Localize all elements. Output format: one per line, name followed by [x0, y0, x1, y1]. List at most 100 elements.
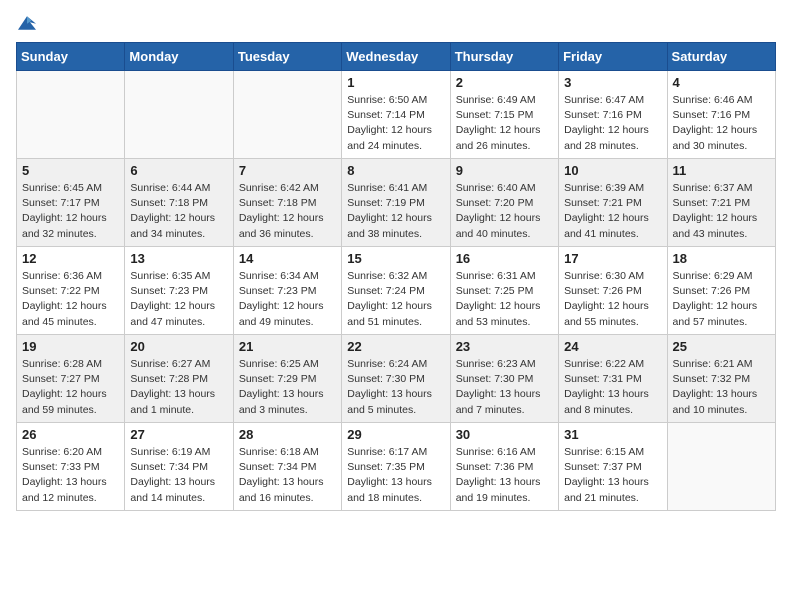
calendar-cell: 18Sunrise: 6:29 AM Sunset: 7:26 PM Dayli… — [667, 247, 775, 335]
calendar-cell: 6 Sunrise: 6:44 AM Sunset: 7:18 PM Daylig… — [125, 159, 233, 247]
day-number: 28 — [239, 427, 336, 442]
day-info: Sunrise: 6:41 AM Sunset: 7:19 PM Dayligh… — [347, 181, 444, 242]
calendar-cell: 21 Sunrise: 6:25 AM Sunset: 7:29 PM Dayli… — [233, 335, 341, 423]
calendar-cell: 11Sunrise: 6:37 AM Sunset: 7:21 PM Dayli… — [667, 159, 775, 247]
calendar-week-row: 12Sunrise: 6:36 AM Sunset: 7:22 PM Dayli… — [17, 247, 776, 335]
logo-bird-icon — [18, 16, 36, 30]
day-info: Sunrise: 6:34 AM Sunset: 7:23 PM Dayligh… — [239, 269, 336, 330]
calendar-cell — [17, 71, 125, 159]
day-number: 24 — [564, 339, 661, 354]
calendar-cell: 22 Sunrise: 6:24 AM Sunset: 7:30 PM Dayli… — [342, 335, 450, 423]
day-number: 23 — [456, 339, 553, 354]
day-info: Sunrise: 6:19 AM Sunset: 7:34 PM Dayligh… — [130, 445, 227, 506]
day-number: 22 — [347, 339, 444, 354]
calendar-cell — [667, 423, 775, 511]
day-number: 26 — [22, 427, 119, 442]
day-number: 14 — [239, 251, 336, 266]
day-number: 5 — [22, 163, 119, 178]
calendar-header-row: SundayMondayTuesdayWednesdayThursdayFrid… — [17, 43, 776, 71]
calendar-cell: 12Sunrise: 6:36 AM Sunset: 7:22 PM Dayli… — [17, 247, 125, 335]
calendar-cell — [125, 71, 233, 159]
day-info: Sunrise: 6:20 AM Sunset: 7:33 PM Dayligh… — [22, 445, 119, 506]
day-number: 1 — [347, 75, 444, 90]
day-header-wednesday: Wednesday — [342, 43, 450, 71]
day-number: 8 — [347, 163, 444, 178]
calendar-cell: 25Sunrise: 6:21 AM Sunset: 7:32 PM Dayli… — [667, 335, 775, 423]
day-number: 7 — [239, 163, 336, 178]
day-info: Sunrise: 6:32 AM Sunset: 7:24 PM Dayligh… — [347, 269, 444, 330]
day-info: Sunrise: 6:31 AM Sunset: 7:25 PM Dayligh… — [456, 269, 553, 330]
day-info: Sunrise: 6:50 AM Sunset: 7:14 PM Dayligh… — [347, 93, 444, 154]
calendar-cell: 29 Sunrise: 6:17 AM Sunset: 7:35 PM Dayli… — [342, 423, 450, 511]
day-info: Sunrise: 6:36 AM Sunset: 7:22 PM Dayligh… — [22, 269, 119, 330]
page-header — [16, 16, 776, 30]
day-info: Sunrise: 6:47 AM Sunset: 7:16 PM Dayligh… — [564, 93, 661, 154]
calendar-week-row: 1 Sunrise: 6:50 AM Sunset: 7:14 PM Daylig… — [17, 71, 776, 159]
calendar-cell — [233, 71, 341, 159]
day-info: Sunrise: 6:27 AM Sunset: 7:28 PM Dayligh… — [130, 357, 227, 418]
calendar-cell: 13Sunrise: 6:35 AM Sunset: 7:23 PM Dayli… — [125, 247, 233, 335]
calendar-cell: 7 Sunrise: 6:42 AM Sunset: 7:18 PM Daylig… — [233, 159, 341, 247]
day-header-thursday: Thursday — [450, 43, 558, 71]
calendar-week-row: 26 Sunrise: 6:20 AM Sunset: 7:33 PM Dayli… — [17, 423, 776, 511]
calendar-cell: 27 Sunrise: 6:19 AM Sunset: 7:34 PM Dayli… — [125, 423, 233, 511]
day-number: 6 — [130, 163, 227, 178]
day-info: Sunrise: 6:42 AM Sunset: 7:18 PM Dayligh… — [239, 181, 336, 242]
day-info: Sunrise: 6:17 AM Sunset: 7:35 PM Dayligh… — [347, 445, 444, 506]
calendar-cell: 26 Sunrise: 6:20 AM Sunset: 7:33 PM Dayli… — [17, 423, 125, 511]
day-number: 31 — [564, 427, 661, 442]
day-info: Sunrise: 6:18 AM Sunset: 7:34 PM Dayligh… — [239, 445, 336, 506]
day-info: Sunrise: 6:28 AM Sunset: 7:27 PM Dayligh… — [22, 357, 119, 418]
calendar-cell: 9 Sunrise: 6:40 AM Sunset: 7:20 PM Daylig… — [450, 159, 558, 247]
calendar-cell: 23 Sunrise: 6:23 AM Sunset: 7:30 PM Dayli… — [450, 335, 558, 423]
day-info: Sunrise: 6:49 AM Sunset: 7:15 PM Dayligh… — [456, 93, 553, 154]
day-number: 10 — [564, 163, 661, 178]
day-number: 15 — [347, 251, 444, 266]
calendar-cell: 16 Sunrise: 6:31 AM Sunset: 7:25 PM Dayli… — [450, 247, 558, 335]
day-header-friday: Friday — [559, 43, 667, 71]
day-header-monday: Monday — [125, 43, 233, 71]
logo — [16, 16, 36, 30]
calendar-cell: 31 Sunrise: 6:15 AM Sunset: 7:37 PM Dayli… — [559, 423, 667, 511]
calendar-cell: 19 Sunrise: 6:28 AM Sunset: 7:27 PM Dayli… — [17, 335, 125, 423]
calendar-cell: 20 Sunrise: 6:27 AM Sunset: 7:28 PM Dayli… — [125, 335, 233, 423]
day-info: Sunrise: 6:30 AM Sunset: 7:26 PM Dayligh… — [564, 269, 661, 330]
calendar-cell: 2 Sunrise: 6:49 AM Sunset: 7:15 PM Daylig… — [450, 71, 558, 159]
day-number: 20 — [130, 339, 227, 354]
day-info: Sunrise: 6:16 AM Sunset: 7:36 PM Dayligh… — [456, 445, 553, 506]
day-number: 4 — [673, 75, 770, 90]
day-info: Sunrise: 6:40 AM Sunset: 7:20 PM Dayligh… — [456, 181, 553, 242]
day-header-tuesday: Tuesday — [233, 43, 341, 71]
calendar-cell: 30 Sunrise: 6:16 AM Sunset: 7:36 PM Dayli… — [450, 423, 558, 511]
day-number: 21 — [239, 339, 336, 354]
day-info: Sunrise: 6:21 AM Sunset: 7:32 PM Dayligh… — [673, 357, 770, 418]
calendar-cell: 5Sunrise: 6:45 AM Sunset: 7:17 PM Daylig… — [17, 159, 125, 247]
calendar-week-row: 5Sunrise: 6:45 AM Sunset: 7:17 PM Daylig… — [17, 159, 776, 247]
day-info: Sunrise: 6:15 AM Sunset: 7:37 PM Dayligh… — [564, 445, 661, 506]
calendar-cell: 15 Sunrise: 6:32 AM Sunset: 7:24 PM Dayli… — [342, 247, 450, 335]
day-header-sunday: Sunday — [17, 43, 125, 71]
calendar-cell: 14 Sunrise: 6:34 AM Sunset: 7:23 PM Dayli… — [233, 247, 341, 335]
day-info: Sunrise: 6:46 AM Sunset: 7:16 PM Dayligh… — [673, 93, 770, 154]
day-number: 13 — [130, 251, 227, 266]
calendar-cell: 4 Sunrise: 6:46 AM Sunset: 7:16 PM Daylig… — [667, 71, 775, 159]
day-header-saturday: Saturday — [667, 43, 775, 71]
day-number: 16 — [456, 251, 553, 266]
day-info: Sunrise: 6:25 AM Sunset: 7:29 PM Dayligh… — [239, 357, 336, 418]
day-number: 30 — [456, 427, 553, 442]
day-number: 9 — [456, 163, 553, 178]
calendar-cell: 24Sunrise: 6:22 AM Sunset: 7:31 PM Dayli… — [559, 335, 667, 423]
calendar-cell: 8 Sunrise: 6:41 AM Sunset: 7:19 PM Daylig… — [342, 159, 450, 247]
day-info: Sunrise: 6:44 AM Sunset: 7:18 PM Dayligh… — [130, 181, 227, 242]
day-number: 29 — [347, 427, 444, 442]
day-info: Sunrise: 6:23 AM Sunset: 7:30 PM Dayligh… — [456, 357, 553, 418]
day-number: 19 — [22, 339, 119, 354]
day-number: 2 — [456, 75, 553, 90]
day-number: 11 — [673, 163, 770, 178]
day-number: 27 — [130, 427, 227, 442]
calendar-cell: 10Sunrise: 6:39 AM Sunset: 7:21 PM Dayli… — [559, 159, 667, 247]
calendar-week-row: 19 Sunrise: 6:28 AM Sunset: 7:27 PM Dayli… — [17, 335, 776, 423]
calendar-cell: 1 Sunrise: 6:50 AM Sunset: 7:14 PM Daylig… — [342, 71, 450, 159]
day-number: 18 — [673, 251, 770, 266]
day-info: Sunrise: 6:24 AM Sunset: 7:30 PM Dayligh… — [347, 357, 444, 418]
